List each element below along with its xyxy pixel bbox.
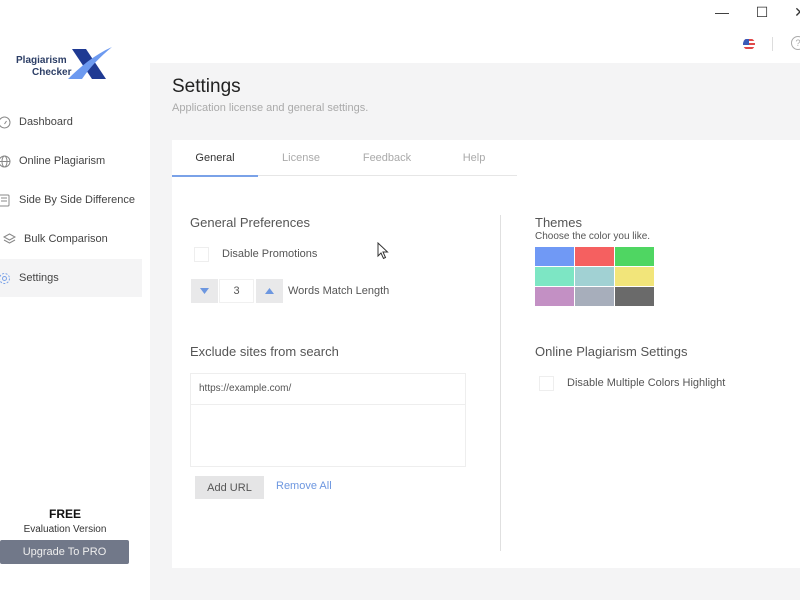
gauge-icon bbox=[0, 115, 11, 129]
tab-feedback[interactable]: Feedback bbox=[344, 140, 430, 176]
caret-down-icon bbox=[200, 288, 209, 294]
theme-swatches bbox=[535, 247, 654, 306]
sidebar-item-label: Settings bbox=[19, 272, 59, 284]
gear-icon bbox=[0, 271, 11, 285]
general-preferences-title: General Preferences bbox=[190, 215, 310, 230]
sidebar-item-label: Dashboard bbox=[19, 116, 73, 128]
online-plagiarism-settings-title: Online Plagiarism Settings bbox=[535, 344, 688, 359]
tab-help[interactable]: Help bbox=[431, 140, 517, 176]
theme-swatch[interactable] bbox=[535, 247, 574, 266]
logo-x-icon bbox=[68, 47, 112, 79]
add-url-button[interactable]: Add URL bbox=[195, 476, 264, 499]
document-icon bbox=[0, 193, 11, 207]
sidebar-item-bulk-comparison[interactable]: Bulk Comparison bbox=[0, 220, 142, 258]
top-bar: ? bbox=[150, 27, 800, 63]
tab-license[interactable]: License bbox=[258, 140, 344, 176]
plan-subtitle: Evaluation Version bbox=[23, 524, 107, 535]
maximize-button[interactable]: ☐ bbox=[752, 4, 772, 21]
settings-tabs: General License Feedback Help bbox=[172, 140, 517, 177]
disable-promotions-label: Disable Promotions bbox=[222, 248, 318, 260]
sidebar-item-online-plagiarism[interactable]: Online Plagiarism bbox=[0, 142, 142, 180]
theme-swatch[interactable] bbox=[575, 247, 614, 266]
theme-swatch[interactable] bbox=[575, 267, 614, 286]
theme-swatch[interactable] bbox=[535, 267, 574, 286]
us-flag-icon[interactable] bbox=[743, 38, 755, 50]
column-divider bbox=[500, 215, 501, 551]
increment-button[interactable] bbox=[256, 279, 283, 303]
sidebar: Plagiarism Checker Dashboard Online Plag… bbox=[0, 27, 150, 600]
close-button[interactable]: ✕ bbox=[790, 4, 800, 21]
theme-swatch[interactable] bbox=[615, 287, 654, 306]
title-bar: — ☐ ✕ bbox=[0, 0, 800, 27]
exclude-sites-title: Exclude sites from search bbox=[190, 344, 339, 359]
settings-card: General License Feedback Help General Pr… bbox=[172, 140, 800, 568]
disable-multiple-colors-checkbox[interactable] bbox=[539, 376, 554, 391]
help-icon[interactable]: ? bbox=[791, 36, 800, 50]
minimize-button[interactable]: — bbox=[712, 4, 732, 20]
remove-all-link[interactable]: Remove All bbox=[276, 480, 332, 492]
disable-promotions-checkbox[interactable] bbox=[194, 247, 209, 262]
theme-swatch[interactable] bbox=[575, 287, 614, 306]
caret-up-icon bbox=[265, 288, 274, 294]
words-match-length-label: Words Match Length bbox=[288, 285, 390, 297]
theme-swatch[interactable] bbox=[535, 287, 574, 306]
upgrade-button[interactable]: Upgrade To PRO bbox=[0, 540, 129, 564]
theme-swatch[interactable] bbox=[615, 247, 654, 266]
decrement-button[interactable] bbox=[191, 279, 218, 303]
page-title: Settings bbox=[172, 76, 241, 97]
excluded-urls-list: https://example.com/ bbox=[190, 373, 466, 467]
plan-label: FREE bbox=[48, 507, 81, 521]
excluded-url-item[interactable]: https://example.com/ bbox=[191, 374, 465, 405]
words-match-length-input[interactable] bbox=[219, 279, 254, 303]
sidebar-item-label: Bulk Comparison bbox=[24, 233, 108, 245]
sidebar-item-label: Side By Side Difference bbox=[19, 194, 135, 206]
logo-text-line1: Plagiarism bbox=[16, 55, 67, 66]
topbar-divider bbox=[772, 37, 773, 51]
sidebar-item-dashboard[interactable]: Dashboard bbox=[0, 103, 142, 141]
globe-icon bbox=[0, 154, 11, 168]
layers-icon bbox=[2, 232, 16, 246]
sidebar-item-side-by-side[interactable]: Side By Side Difference bbox=[0, 181, 142, 219]
theme-swatch[interactable] bbox=[615, 267, 654, 286]
page-subtitle: Application license and general settings… bbox=[172, 102, 369, 114]
app-logo: Plagiarism Checker bbox=[14, 45, 114, 85]
mouse-cursor-icon bbox=[377, 242, 389, 260]
sidebar-item-settings[interactable]: Settings bbox=[0, 259, 142, 297]
themes-subtitle: Choose the color you like. bbox=[535, 231, 651, 242]
disable-multiple-colors-label: Disable Multiple Colors Highlight bbox=[567, 377, 726, 389]
themes-title: Themes bbox=[535, 215, 582, 230]
tab-general[interactable]: General bbox=[172, 140, 258, 177]
sidebar-item-label: Online Plagiarism bbox=[19, 155, 106, 167]
